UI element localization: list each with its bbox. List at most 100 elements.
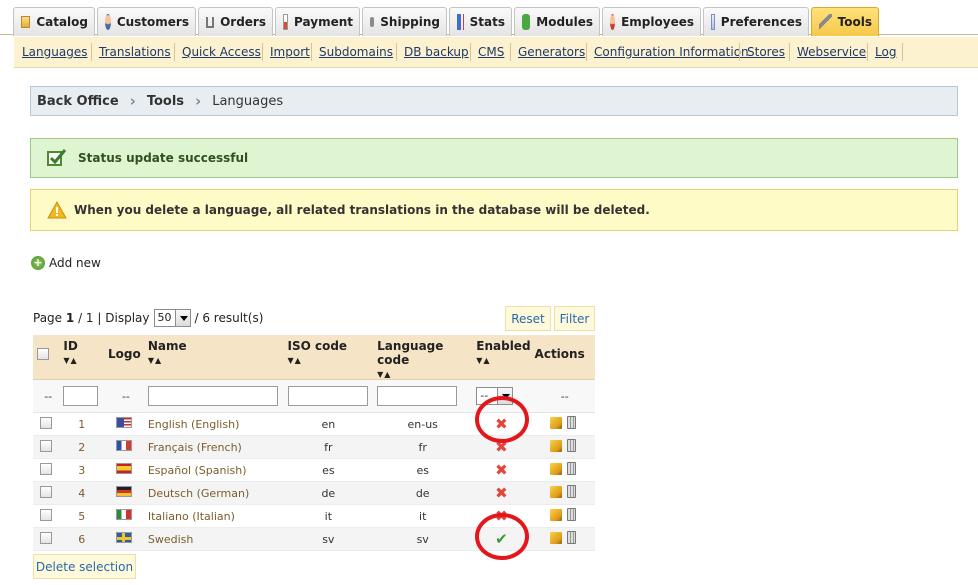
sort-arrows-icon[interactable]: ▼▲ bbox=[476, 356, 530, 365]
per-page-select[interactable]: 50 bbox=[153, 309, 191, 327]
trash-icon[interactable] bbox=[566, 462, 576, 475]
row-checkbox[interactable] bbox=[40, 485, 53, 498]
header-language-code[interactable]: Language code ▼▲ bbox=[373, 335, 473, 380]
row-checkbox[interactable] bbox=[40, 531, 53, 544]
breadcrumb-section[interactable]: Tools bbox=[147, 94, 184, 109]
row-checkbox[interactable] bbox=[40, 416, 53, 429]
row-iso[interactable]: de bbox=[283, 481, 374, 505]
sort-arrows-icon[interactable]: ▼▲ bbox=[377, 370, 472, 379]
tab-orders[interactable]: Orders bbox=[198, 7, 273, 36]
tab-employees[interactable]: Employees bbox=[602, 7, 701, 36]
reset-button[interactable]: Reset bbox=[505, 306, 551, 331]
tab-catalog[interactable]: Catalog bbox=[13, 7, 95, 36]
row-language-code[interactable]: es bbox=[373, 458, 473, 482]
edit-icon[interactable] bbox=[549, 440, 562, 452]
display-label: | Display bbox=[97, 311, 150, 325]
row-language-code[interactable]: en-us bbox=[373, 412, 473, 436]
row-iso[interactable]: sv bbox=[283, 527, 374, 551]
row-enabled: ✖ bbox=[472, 481, 531, 505]
disabled-x-icon[interactable]: ✖ bbox=[495, 484, 508, 502]
row-language-code[interactable]: fr bbox=[373, 435, 473, 459]
edit-icon[interactable] bbox=[549, 463, 562, 475]
subnav-stores[interactable]: Stores bbox=[747, 45, 785, 59]
tab-stats[interactable]: Stats bbox=[449, 7, 512, 36]
subnav-subdomains[interactable]: Subdomains bbox=[319, 45, 393, 59]
edit-icon[interactable] bbox=[549, 509, 562, 521]
subnav-db-backup[interactable]: DB backup bbox=[404, 45, 469, 59]
row-iso[interactable]: es bbox=[283, 458, 374, 482]
filter-button[interactable]: Filter bbox=[554, 306, 595, 331]
row-name[interactable]: Deutsch (German) bbox=[143, 481, 284, 505]
flag-es-icon bbox=[115, 463, 132, 474]
trash-icon[interactable] bbox=[566, 531, 576, 544]
edit-icon[interactable] bbox=[549, 486, 562, 498]
row-id[interactable]: 4 bbox=[59, 481, 105, 505]
tab-customers[interactable]: Customers bbox=[97, 7, 196, 36]
row-language-code[interactable]: sv bbox=[373, 527, 473, 551]
row-name[interactable]: Español (Spanish) bbox=[143, 458, 284, 482]
edit-icon[interactable] bbox=[549, 417, 562, 429]
sort-arrows-icon[interactable]: ▼▲ bbox=[148, 356, 284, 365]
flag-fr-icon bbox=[115, 440, 132, 451]
trash-icon[interactable] bbox=[566, 439, 576, 452]
row-checkbox[interactable] bbox=[40, 462, 53, 475]
filter-id-input[interactable] bbox=[63, 386, 99, 406]
row-id[interactable]: 1 bbox=[59, 412, 105, 436]
table-row[interactable]: 3 Español (Spanish) es es ✖ bbox=[33, 458, 595, 482]
filter-name-input[interactable] bbox=[147, 386, 278, 406]
row-iso[interactable]: it bbox=[283, 504, 374, 528]
row-id[interactable]: 2 bbox=[59, 435, 105, 459]
chevron-down-icon bbox=[174, 310, 190, 326]
warning-icon bbox=[47, 201, 67, 219]
tab-preferences[interactable]: Preferences bbox=[703, 7, 809, 36]
row-language-code[interactable]: de bbox=[373, 481, 473, 505]
filter-iso-input[interactable] bbox=[287, 386, 368, 406]
subnav-webservice[interactable]: Webservice bbox=[797, 45, 866, 59]
row-select-cell bbox=[33, 504, 60, 528]
trash-icon[interactable] bbox=[566, 485, 576, 498]
sort-arrows-icon[interactable]: ▼▲ bbox=[63, 356, 104, 365]
row-id[interactable]: 3 bbox=[59, 458, 105, 482]
row-name[interactable]: Swedish bbox=[143, 527, 284, 551]
subnav-cms[interactable]: CMS bbox=[478, 45, 504, 59]
trash-icon[interactable] bbox=[566, 508, 576, 521]
header-enabled[interactable]: Enabled ▼▲ bbox=[472, 335, 531, 380]
header-name[interactable]: Name ▼▲ bbox=[143, 335, 284, 380]
row-id[interactable]: 5 bbox=[59, 504, 105, 528]
row-iso[interactable]: fr bbox=[283, 435, 374, 459]
add-new-link[interactable]: + Add new bbox=[31, 256, 101, 270]
row-language-code[interactable]: it bbox=[373, 504, 473, 528]
select-all-checkbox[interactable] bbox=[37, 348, 49, 360]
subnav-languages[interactable]: Languages bbox=[22, 45, 87, 59]
tab-payment[interactable]: Payment bbox=[275, 7, 360, 36]
subnav-import[interactable]: Import bbox=[270, 45, 310, 59]
row-name[interactable]: Italiano (Italian) bbox=[143, 504, 284, 528]
row-checkbox[interactable] bbox=[40, 508, 53, 521]
disabled-x-icon[interactable]: ✖ bbox=[495, 461, 508, 479]
row-iso[interactable]: en bbox=[283, 412, 374, 436]
row-name[interactable]: English (English) bbox=[143, 412, 284, 436]
subnav-generators[interactable]: Generators bbox=[518, 45, 585, 59]
row-id[interactable]: 6 bbox=[59, 527, 105, 551]
subnav-configuration-information[interactable]: Configuration Information bbox=[594, 45, 749, 59]
subnav-log[interactable]: Log bbox=[875, 45, 896, 59]
edit-icon[interactable] bbox=[549, 532, 562, 544]
table-row[interactable]: 4 Deutsch (German) de de ✖ bbox=[33, 481, 595, 505]
row-logo bbox=[104, 458, 144, 482]
tab-shipping[interactable]: Shipping bbox=[362, 7, 447, 36]
row-name[interactable]: Français (French) bbox=[143, 435, 284, 459]
header-id[interactable]: ID ▼▲ bbox=[59, 335, 105, 380]
subnav-translations[interactable]: Translations bbox=[99, 45, 171, 59]
tab-modules[interactable]: Modules bbox=[514, 7, 600, 36]
trash-icon[interactable] bbox=[566, 416, 576, 429]
breadcrumb: Back Office › Tools › Languages bbox=[30, 86, 958, 116]
row-checkbox[interactable] bbox=[40, 439, 53, 452]
breadcrumb-root[interactable]: Back Office bbox=[37, 94, 119, 109]
tab-tools[interactable]: Tools bbox=[811, 7, 879, 36]
header-iso-code[interactable]: ISO code ▼▲ bbox=[283, 335, 374, 380]
delete-selection-button[interactable]: Delete selection bbox=[33, 554, 136, 579]
sort-arrows-icon[interactable]: ▼▲ bbox=[288, 356, 374, 365]
subnav-quick-access[interactable]: Quick Access bbox=[182, 45, 261, 59]
flag-se-icon bbox=[115, 532, 132, 543]
filter-code-input[interactable] bbox=[377, 386, 458, 406]
